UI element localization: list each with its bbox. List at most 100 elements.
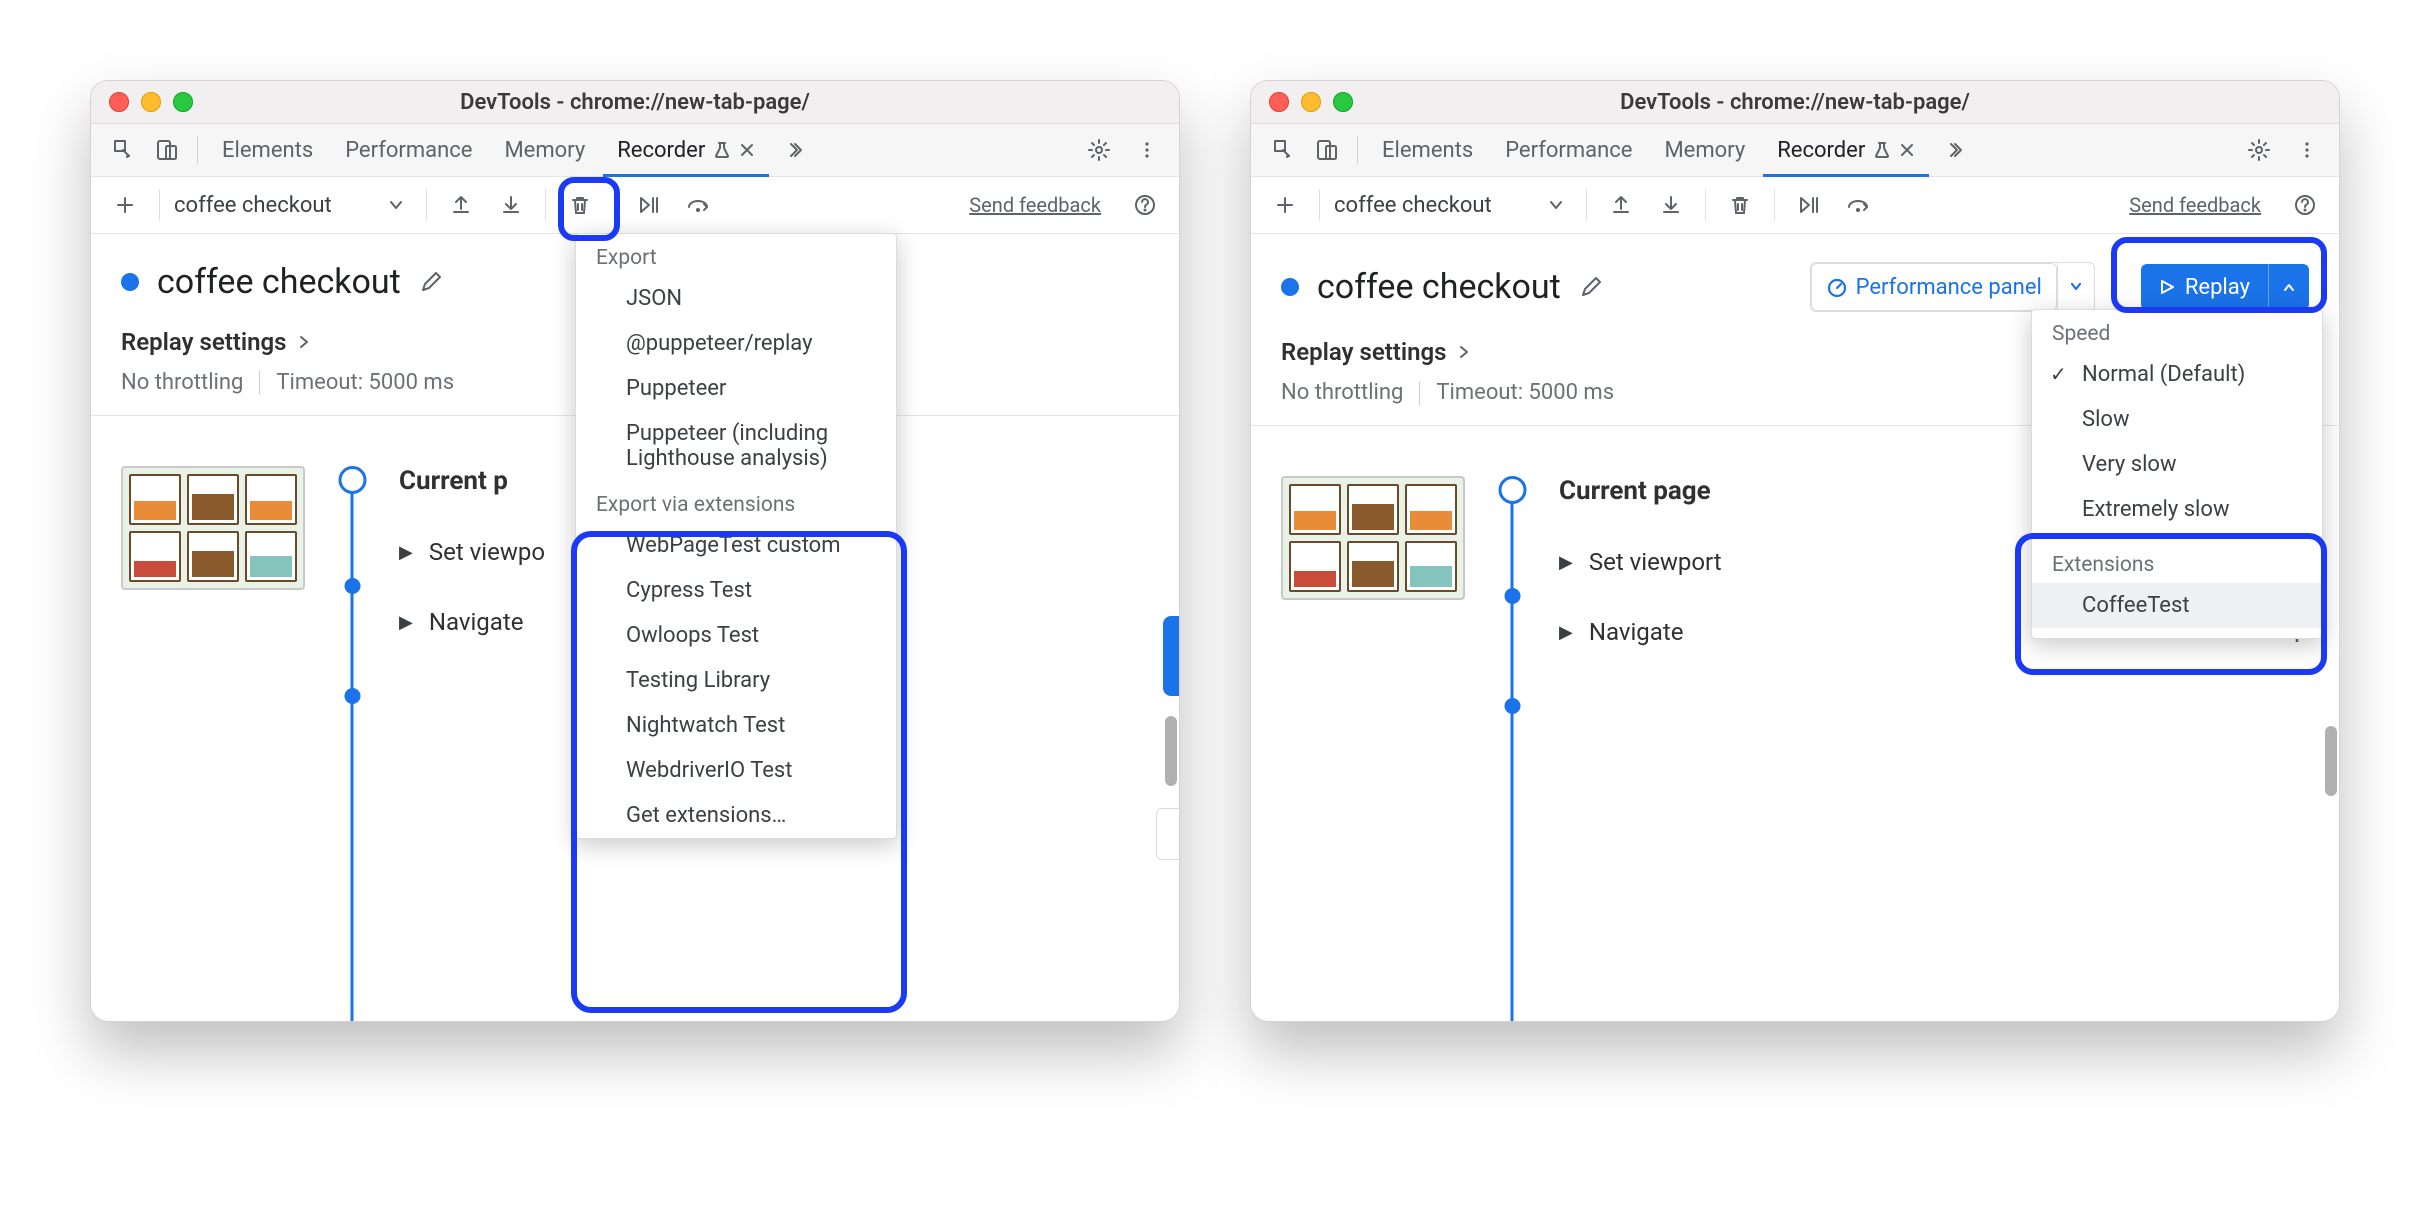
export-ext-webdriverio[interactable]: WebdriverIO Test xyxy=(576,748,896,793)
extensions-section-header: Extensions xyxy=(2032,541,2322,583)
export-puppeteer[interactable]: Puppeteer xyxy=(576,366,896,411)
export-ext-cypress[interactable]: Cypress Test xyxy=(576,568,896,613)
timeout-value: Timeout: 5000 ms xyxy=(276,370,454,395)
tab-elements[interactable]: Elements xyxy=(1368,124,1487,176)
chevron-right-icon: ▶ xyxy=(399,542,413,563)
settings-gear-icon[interactable] xyxy=(2239,130,2279,170)
step-over-icon[interactable] xyxy=(1839,185,1879,225)
inspect-icon[interactable] xyxy=(1263,130,1303,170)
performance-panel-button[interactable]: Performance panel xyxy=(1810,262,2095,312)
export-menu: Export JSON @puppeteer/replay Puppeteer … xyxy=(575,233,897,839)
export-ext-testing-library[interactable]: Testing Library xyxy=(576,658,896,703)
devtools-tabstrip: Elements Performance Memory Recorder xyxy=(91,124,1179,177)
export-puppeteer-lighthouse[interactable]: Puppeteer (including Lighthouse analysis… xyxy=(576,411,896,481)
settings-gear-icon[interactable] xyxy=(1079,130,1119,170)
tab-recorder[interactable]: Recorder xyxy=(603,124,769,176)
chevron-down-icon xyxy=(388,197,404,213)
tab-label: Recorder xyxy=(1777,138,1865,163)
speed-normal[interactable]: Normal (Default) xyxy=(2032,352,2322,397)
speed-slow[interactable]: Slow xyxy=(2032,397,2322,442)
step-over-icon[interactable] xyxy=(679,185,719,225)
export-puppeteer-replay[interactable]: @puppeteer/replay xyxy=(576,321,896,366)
record-status-dot xyxy=(1281,278,1299,296)
export-ext-get-more[interactable]: Get extensions… xyxy=(576,793,896,838)
recording-name: coffee checkout xyxy=(174,193,332,218)
help-icon[interactable] xyxy=(1125,185,1165,225)
recording-title: coffee checkout xyxy=(157,262,401,302)
recorder-toolbar: coffee checkout Send feedback xyxy=(91,177,1179,234)
chevron-right-icon: ▶ xyxy=(399,612,413,633)
devtools-window-right: DevTools - chrome://new-tab-page/ Elemen… xyxy=(1250,80,2340,1022)
edit-title-icon[interactable] xyxy=(1579,275,1603,299)
step-label: Set viewport xyxy=(1589,548,1722,576)
device-toggle-icon[interactable] xyxy=(1307,130,1347,170)
tab-performance[interactable]: Performance xyxy=(331,124,486,176)
tab-label: Recorder xyxy=(617,138,705,163)
replay-caret-button[interactable] xyxy=(2268,264,2309,310)
tab-performance[interactable]: Performance xyxy=(1491,124,1646,176)
more-tabs-icon[interactable] xyxy=(1937,130,1977,170)
close-tab-icon[interactable] xyxy=(739,142,755,158)
export-ext-webpagetest[interactable]: WebPageTest custom xyxy=(576,523,896,568)
gauge-icon xyxy=(1826,276,1848,298)
tab-elements[interactable]: Elements xyxy=(208,124,327,176)
replay-ext-coffeetest[interactable]: CoffeeTest xyxy=(2032,583,2322,628)
export-icon[interactable] xyxy=(491,185,531,225)
chevron-right-icon: ▶ xyxy=(1559,552,1573,573)
recorder-toolbar: coffee checkout Send feedback xyxy=(1251,177,2339,234)
more-tabs-icon[interactable] xyxy=(777,130,817,170)
perf-panel-caret[interactable] xyxy=(2057,263,2094,309)
export-ext-nightwatch[interactable]: Nightwatch Test xyxy=(576,703,896,748)
new-recording-icon[interactable] xyxy=(105,185,145,225)
replay-speed-menu: Speed Normal (Default) Slow Very slow Ex… xyxy=(2031,309,2323,639)
replay-settings-label: Replay settings xyxy=(121,328,287,356)
speed-extremely-slow[interactable]: Extremely slow xyxy=(2032,487,2322,532)
step-label: Navigate xyxy=(429,608,524,636)
device-toggle-icon[interactable] xyxy=(147,130,187,170)
devtools-window-left: DevTools - chrome://new-tab-page/ Elemen… xyxy=(90,80,1180,1022)
inspect-icon[interactable] xyxy=(103,130,143,170)
tab-label: Elements xyxy=(1382,138,1473,163)
chevron-right-icon xyxy=(297,335,311,349)
chevron-right-icon xyxy=(1457,345,1471,359)
import-icon[interactable] xyxy=(441,185,481,225)
kebab-menu-icon[interactable] xyxy=(2287,130,2327,170)
import-icon[interactable] xyxy=(1601,185,1641,225)
tab-memory[interactable]: Memory xyxy=(1650,124,1759,176)
new-recording-icon[interactable] xyxy=(1265,185,1305,225)
speed-very-slow[interactable]: Very slow xyxy=(2032,442,2322,487)
recording-selector[interactable]: coffee checkout xyxy=(174,193,412,218)
export-menu-header: Export xyxy=(576,234,896,276)
edit-title-icon[interactable] xyxy=(419,270,443,294)
recording-name: coffee checkout xyxy=(1334,193,1492,218)
page-thumbnail xyxy=(1281,476,1465,600)
step-label: Navigate xyxy=(1589,618,1684,646)
tab-label: Performance xyxy=(1505,138,1632,163)
close-tab-icon[interactable] xyxy=(1899,142,1915,158)
export-json[interactable]: JSON xyxy=(576,276,896,321)
speed-section-header: Speed xyxy=(2032,310,2322,352)
play-step-icon[interactable] xyxy=(629,185,669,225)
tab-memory[interactable]: Memory xyxy=(490,124,599,176)
delete-icon[interactable] xyxy=(1720,185,1760,225)
tab-label: Memory xyxy=(504,138,585,163)
kebab-menu-icon[interactable] xyxy=(1127,130,1167,170)
play-icon xyxy=(2159,279,2175,295)
play-step-icon[interactable] xyxy=(1789,185,1829,225)
experiment-icon xyxy=(713,141,731,159)
tab-recorder[interactable]: Recorder xyxy=(1763,124,1929,176)
help-icon[interactable] xyxy=(2285,185,2325,225)
devtools-tabstrip: Elements Performance Memory Recorder xyxy=(1251,124,2339,177)
export-icon[interactable] xyxy=(1651,185,1691,225)
replay-label: Replay xyxy=(2185,275,2250,300)
perf-panel-peek xyxy=(1156,808,1179,860)
recording-selector[interactable]: coffee checkout xyxy=(1334,193,1572,218)
step-label: Set viewpo xyxy=(429,538,545,566)
throttling-value: No throttling xyxy=(1281,380,1403,405)
delete-icon[interactable] xyxy=(560,185,600,225)
send-feedback-link[interactable]: Send feedback xyxy=(969,193,1101,217)
send-feedback-link[interactable]: Send feedback xyxy=(2129,193,2261,217)
export-ext-owloops[interactable]: Owloops Test xyxy=(576,613,896,658)
step-label: Current page xyxy=(1559,476,1711,506)
replay-button[interactable]: Replay xyxy=(2141,264,2309,310)
